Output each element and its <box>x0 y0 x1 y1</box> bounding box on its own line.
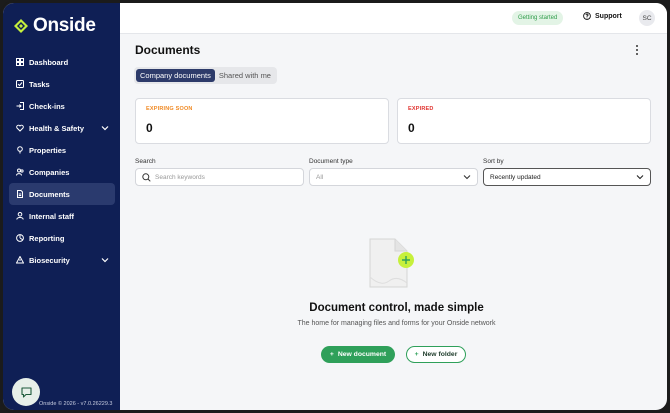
sidebar-item-label: Health & Safety <box>29 123 85 133</box>
sidebar-nav: Dashboard Tasks Check-ins Health & Safet… <box>9 51 115 271</box>
companies-icon <box>15 168 24 177</box>
check-in-icon <box>15 102 24 111</box>
tab-shared-with-me[interactable]: Shared with me <box>215 69 275 82</box>
sidebar-item-reporting[interactable]: Reporting <box>9 227 115 249</box>
expired-count: 0 <box>408 121 415 135</box>
dashboard-icon <box>15 58 24 67</box>
avatar[interactable]: SC <box>639 10 655 26</box>
sidebar-item-dashboard[interactable]: Dashboard <box>9 51 115 73</box>
expiring-soon-label: EXPIRING SOON <box>146 106 193 112</box>
empty-state-title: Document control, made simple <box>309 302 484 314</box>
expired-label: EXPIRED <box>408 106 434 112</box>
sidebar-item-documents[interactable]: Documents <box>9 183 115 205</box>
app-window: Onside Dashboard Tasks Check-ins Health … <box>0 0 670 413</box>
onside-logo[interactable]: Onside <box>14 15 96 37</box>
expiring-soon-card[interactable]: EXPIRING SOON 0 <box>135 98 389 144</box>
new-document-label: New document <box>337 351 387 358</box>
search-icon <box>142 172 151 182</box>
chat-icon <box>20 386 32 398</box>
chevron-down-icon <box>463 175 471 180</box>
search-input[interactable]: Search keywords <box>135 168 304 186</box>
person-icon <box>15 212 24 221</box>
search-label: Search <box>135 158 156 165</box>
document-tabs: Company documents Shared with me <box>134 67 277 84</box>
document-type-select[interactable]: All <box>309 168 478 186</box>
sidebar-item-check-ins[interactable]: Check-ins <box>9 95 115 117</box>
support-label: Support <box>595 12 622 20</box>
sort-by-label: Sort by <box>483 158 504 165</box>
sidebar-item-companies[interactable]: Companies <box>9 161 115 183</box>
version-footer: Onside © 2026 - v7.0.26229.3 <box>39 401 113 407</box>
document-plus-illustration <box>369 238 414 288</box>
new-folder-label: New folder <box>422 351 458 358</box>
tasks-icon <box>15 80 24 89</box>
sidebar-item-properties[interactable]: Properties <box>9 139 115 161</box>
sidebar-item-label: Dashboard <box>29 57 69 67</box>
sidebar-item-label: Biosecurity <box>29 255 70 265</box>
biosecurity-icon <box>15 256 24 265</box>
sidebar-item-label: Internal staff <box>29 211 75 221</box>
sort-by-select[interactable]: Recently updated <box>483 168 651 186</box>
expiring-soon-count: 0 <box>146 121 153 135</box>
plus-icon: + <box>329 351 334 358</box>
chevron-down-icon[interactable] <box>101 124 109 132</box>
logo-icon <box>14 19 28 33</box>
heart-icon <box>15 124 24 133</box>
top-bar: Getting started Support SC <box>120 3 667 34</box>
sidebar-item-label: Documents <box>29 189 70 199</box>
sidebar-item-tasks[interactable]: Tasks <box>9 73 115 95</box>
empty-state-subtitle: The home for managing files and forms fo… <box>297 320 496 327</box>
document-type-label: Document type <box>309 158 353 165</box>
sidebar-item-label: Tasks <box>29 79 50 89</box>
sidebar-item-label: Properties <box>29 145 67 155</box>
getting-started-badge[interactable]: Getting started <box>512 11 564 25</box>
new-document-button[interactable]: + New document <box>321 346 395 363</box>
more-options-icon[interactable] <box>632 44 642 56</box>
document-icon <box>15 190 24 199</box>
plus-icon: + <box>414 351 419 358</box>
document-type-value: All <box>316 173 324 181</box>
sidebar-item-biosecurity[interactable]: Biosecurity <box>9 249 115 271</box>
sidebar-item-internal-staff[interactable]: Internal staff <box>9 205 115 227</box>
main-content: Documents Company documents Shared with … <box>120 34 667 410</box>
support-link[interactable]: Support <box>583 12 622 20</box>
sidebar-item-label: Companies <box>29 167 70 177</box>
page-title: Documents <box>135 43 201 57</box>
search-placeholder: Search keywords <box>155 173 205 181</box>
sidebar: Onside Dashboard Tasks Check-ins Health … <box>3 3 120 410</box>
reporting-icon <box>15 234 24 243</box>
sort-by-value: Recently updated <box>490 173 541 181</box>
chevron-down-icon[interactable] <box>101 256 109 264</box>
tab-company-documents[interactable]: Company documents <box>136 69 215 82</box>
sidebar-item-health-safety[interactable]: Health & Safety <box>9 117 115 139</box>
new-folder-button[interactable]: + New folder <box>406 346 466 363</box>
properties-icon <box>15 146 24 155</box>
brand-name: Onside <box>33 15 96 36</box>
chat-button[interactable] <box>12 378 40 406</box>
help-icon <box>583 12 591 20</box>
sidebar-item-label: Reporting <box>29 233 65 243</box>
chevron-down-icon <box>636 175 644 180</box>
expired-card[interactable]: EXPIRED 0 <box>397 98 651 144</box>
sidebar-item-label: Check-ins <box>29 101 65 111</box>
